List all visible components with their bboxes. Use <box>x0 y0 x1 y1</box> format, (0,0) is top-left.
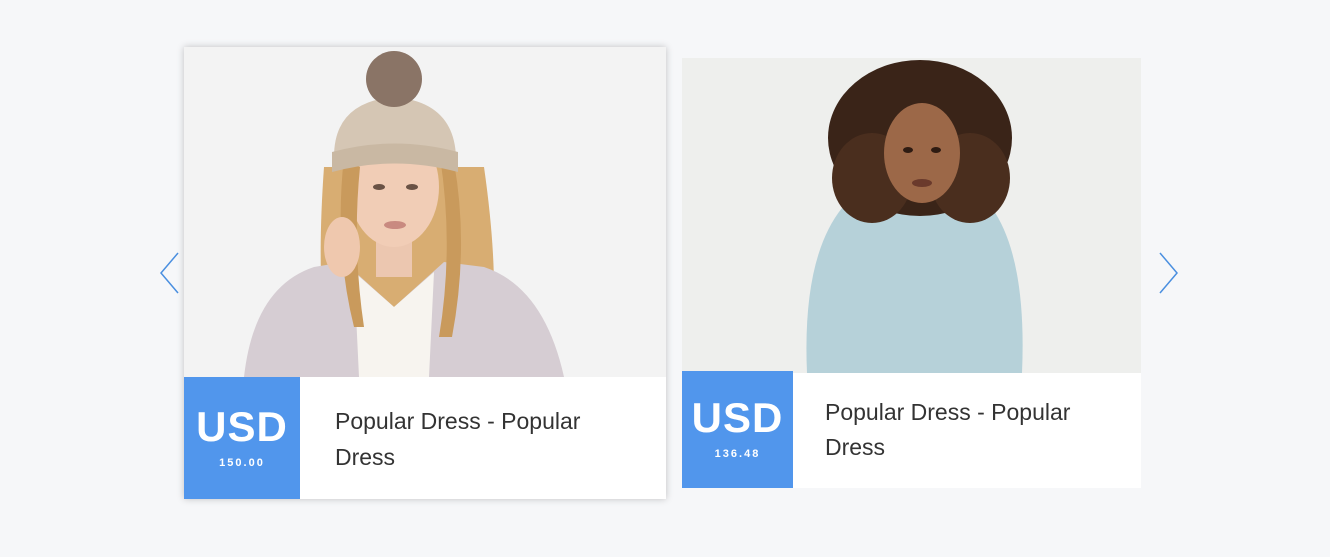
price-amount: 136.48 <box>714 448 761 460</box>
price-badge: USD 150.00 <box>184 377 300 499</box>
price-badge: USD 136.48 <box>682 371 793 488</box>
price-currency: USD <box>691 394 784 441</box>
product-image[interactable] <box>184 47 666 377</box>
chevron-right-icon[interactable] <box>1156 251 1180 295</box>
chevron-left-icon[interactable] <box>158 251 182 295</box>
product-image[interactable] <box>682 58 1141 373</box>
product-card[interactable]: USD 150.00 Popular Dress - Popular Dress <box>184 47 666 499</box>
product-name-link[interactable]: Popular Dress - Popular Dress <box>825 395 1125 465</box>
product-card[interactable]: USD 136.48 Popular Dress - Popular Dress <box>682 58 1141 488</box>
product-name-link[interactable]: Popular Dress - Popular Dress <box>335 403 635 475</box>
product-carousel: USD 150.00 Popular Dress - Popular Dress <box>0 0 1330 557</box>
price-currency: USD <box>196 403 288 450</box>
price-amount: 150.00 <box>219 457 265 469</box>
